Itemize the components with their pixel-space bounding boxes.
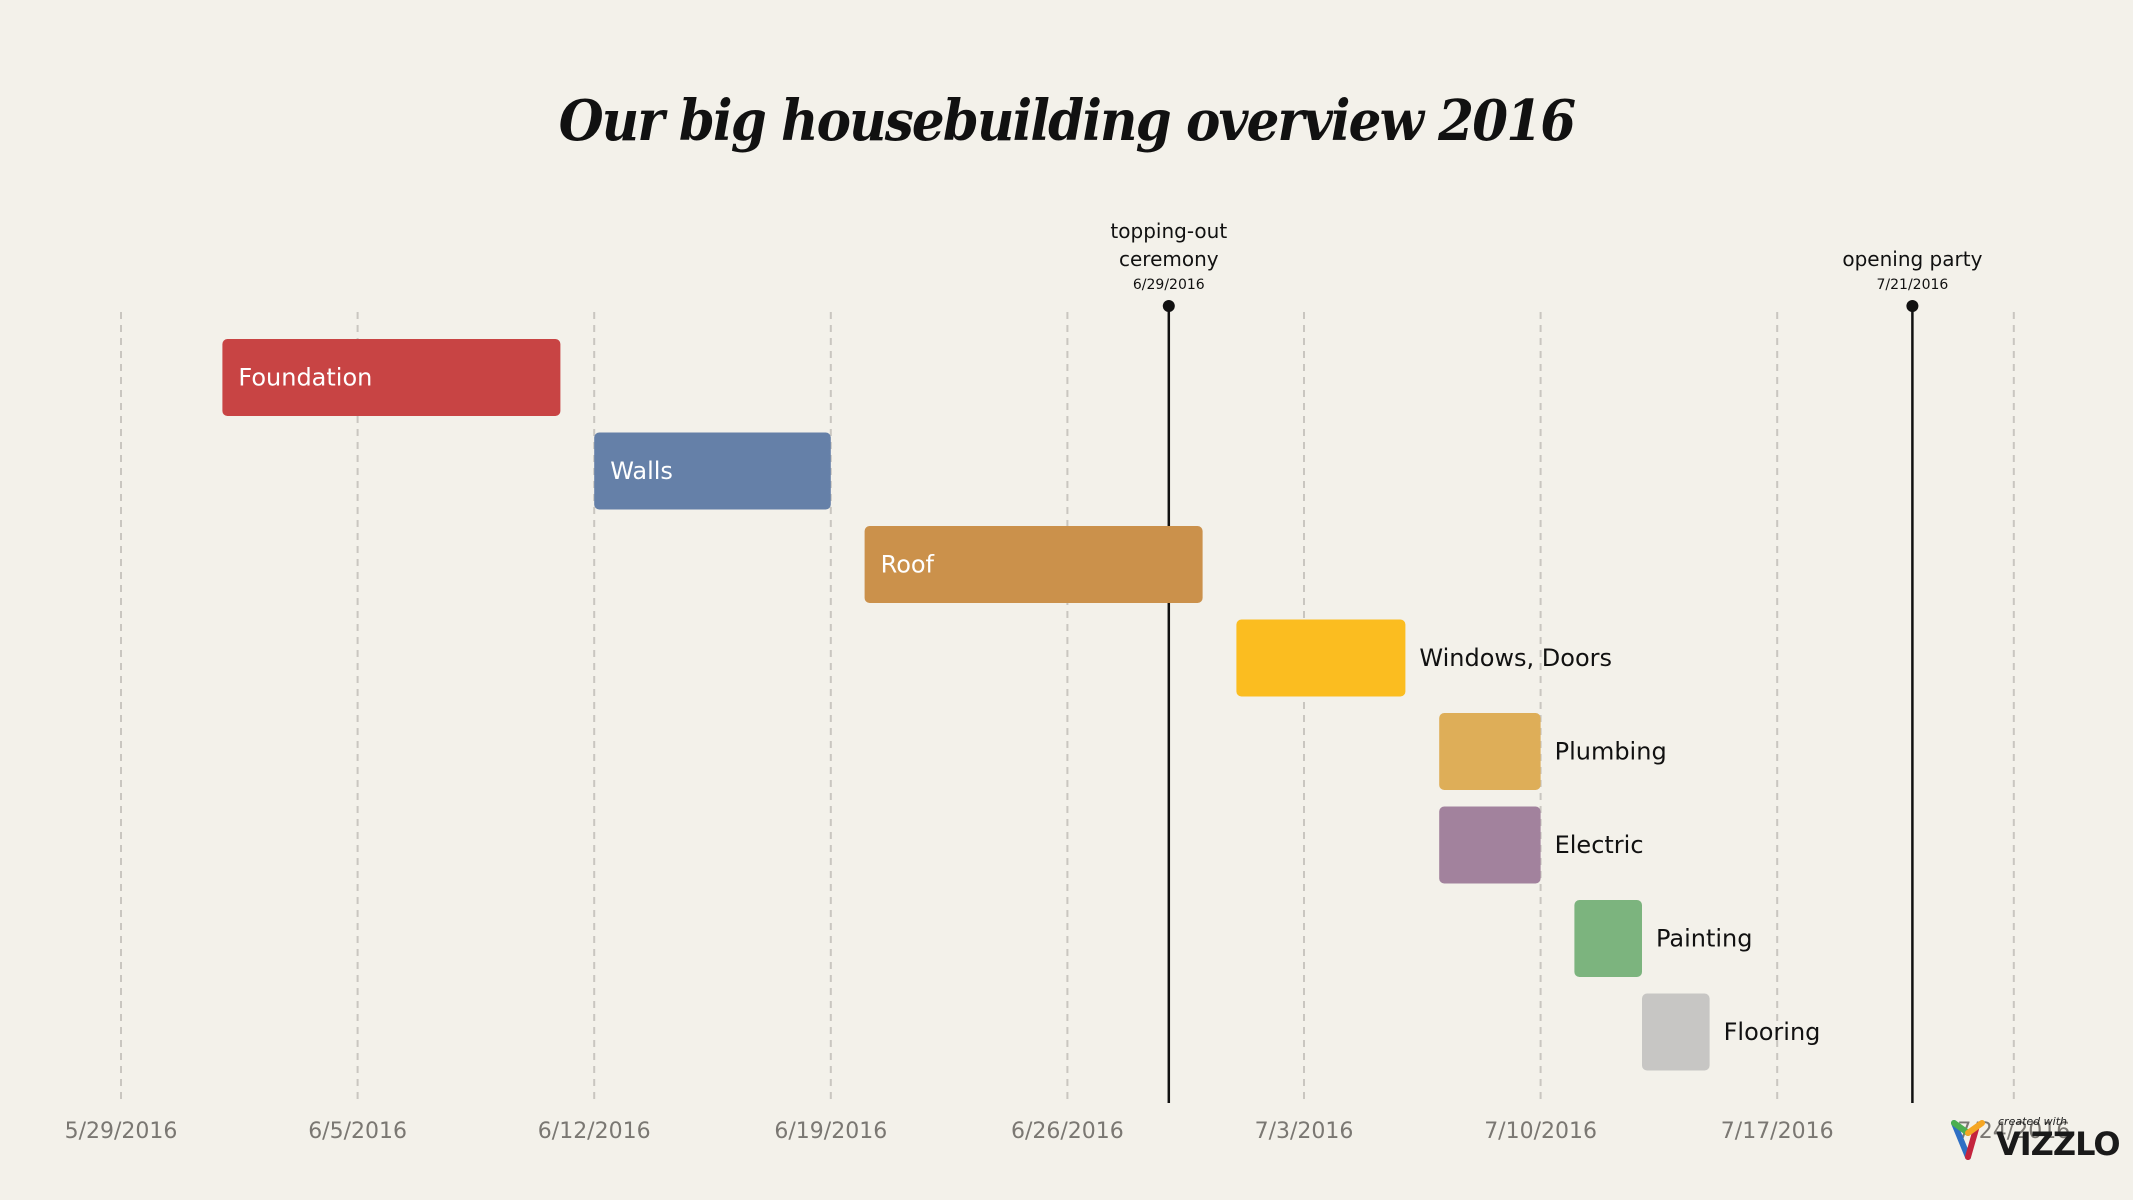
gantt-chart: 5/29/2016 6/5/2016 6/12/2016 6/19/2016 6/26/… — [65, 219, 2071, 1144]
grid-lines — [120, 312, 2015, 1103]
task-painting[interactable]: Painting — [1574, 900, 1753, 977]
x-tick-label: 6/5/2016 — [308, 1119, 407, 1144]
milestone-label: opening party — [1842, 247, 1982, 271]
task-plumbing[interactable]: Plumbing — [1439, 713, 1667, 790]
x-tick-label: 7/10/2016 — [1484, 1119, 1597, 1144]
vizzlo-logo[interactable]: created with VIZZLO — [1950, 1115, 2121, 1163]
milestone-date: 7/21/2016 — [1877, 277, 1949, 293]
task-bar[interactable] — [1574, 900, 1642, 977]
x-tick-label: 5/29/2016 — [65, 1119, 178, 1144]
task-label: Painting — [1656, 925, 1753, 953]
task-label: Foundation — [238, 364, 372, 392]
task-bar[interactable] — [1439, 713, 1541, 790]
task-label: Electric — [1555, 831, 1644, 859]
x-tick-label: 7/17/2016 — [1721, 1119, 1834, 1144]
task-foundation[interactable]: Foundation — [222, 339, 561, 416]
brand-name: VIZZLO — [1996, 1125, 2121, 1163]
x-tick-label: 7/3/2016 — [1255, 1119, 1354, 1144]
task-walls[interactable]: Walls — [594, 432, 831, 510]
milestone[interactable]: 7/21/2016 opening party — [1842, 247, 1983, 1103]
milestone-marker — [1906, 300, 1919, 312]
x-tick-label: 6/26/2016 — [1011, 1119, 1124, 1144]
task-bar[interactable] — [1236, 619, 1406, 697]
task-label: Roof — [881, 551, 935, 579]
task-roof[interactable]: Roof — [864, 526, 1203, 603]
task-flooring[interactable]: Flooring — [1642, 993, 1821, 1071]
task-bar[interactable] — [1642, 993, 1710, 1071]
milestone-date: 6/29/2016 — [1133, 277, 1205, 293]
x-tick-label: 6/19/2016 — [774, 1119, 887, 1144]
task-bar[interactable] — [1439, 806, 1541, 884]
task-label: Walls — [610, 457, 673, 485]
task-label: Windows, Doors — [1419, 644, 1612, 672]
task-label: Plumbing — [1555, 738, 1667, 766]
milestone-label: topping-out — [1110, 219, 1227, 243]
milestone-marker — [1162, 300, 1175, 312]
vizzlo-logo-icon — [1951, 1120, 1985, 1160]
task-windows-doors[interactable]: Windows, Doors — [1236, 619, 1612, 697]
milestone[interactable]: 6/29/2016 topping-out ceremony — [1110, 219, 1227, 1103]
x-axis-tick-labels: 5/29/2016 6/5/2016 6/12/2016 6/19/2016 6/26/… — [65, 1119, 2071, 1144]
milestone-label: ceremony — [1119, 247, 1219, 271]
task-label: Flooring — [1724, 1018, 1821, 1046]
task-bars: Foundation Walls Roof Windows, Doors Plumbin… — [222, 339, 1820, 1071]
x-tick-label: 6/12/2016 — [538, 1119, 651, 1144]
